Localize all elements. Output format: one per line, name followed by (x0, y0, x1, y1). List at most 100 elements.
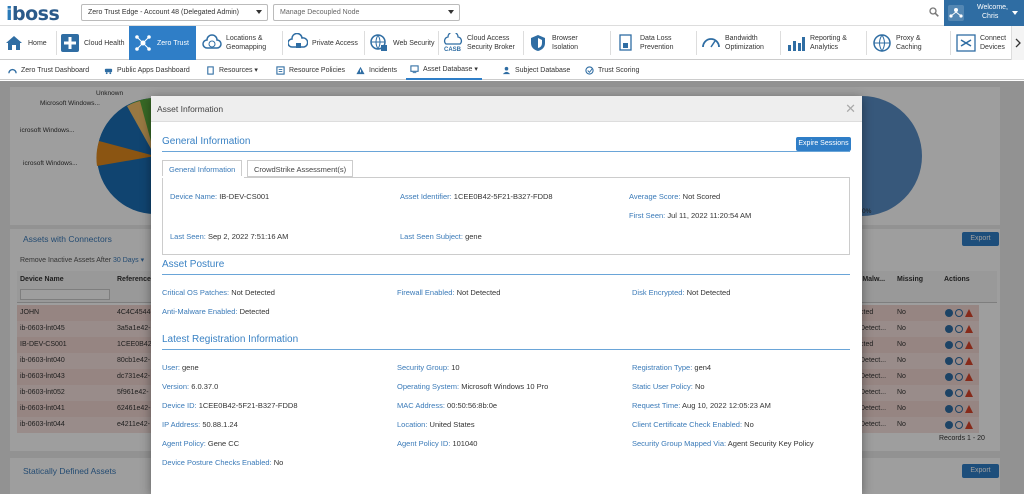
subnav-resource-policies[interactable]: Resource Policies (276, 60, 345, 80)
casb-icon: CASB (443, 33, 463, 53)
field-location: Location: United States (397, 420, 475, 429)
iboss-logo[interactable]: iboss (6, 3, 60, 25)
nav-label: Connect Devices (980, 35, 1007, 51)
field-ip-address: IP Address: 50.88.1.24 (162, 420, 238, 429)
subnav-label: Public Apps Dashboard (117, 66, 190, 74)
bar-chart-icon (788, 37, 805, 51)
network-icon (135, 35, 151, 51)
modal-header: Asset Information ✕ (151, 96, 862, 122)
svg-text:CASB: CASB (444, 47, 462, 53)
field-asset-identifier: Asset Identifier: 1CEE0B42-5F21-B327-FDD… (400, 192, 553, 201)
chevron-down-icon (448, 10, 454, 14)
field-agent-policy-id: Agent Policy ID: 101040 (397, 439, 478, 448)
monitor-icon (410, 64, 419, 73)
subnav-label: Resources ▾ (219, 67, 258, 74)
document-lock-icon (619, 34, 632, 51)
nav-label: Browser Isolation (552, 35, 579, 51)
subnav-asset-database[interactable]: Asset Database ▾ (406, 60, 482, 80)
nav-label: Cloud Health (84, 39, 125, 47)
nav-label: Data Loss Prevention (640, 35, 674, 51)
nav-web-security[interactable]: Web Security (369, 26, 435, 60)
subnav-zero-trust-dashboard[interactable]: Zero Trust Dashboard (8, 60, 89, 80)
field-device-posture-checks: Device Posture Checks Enabled: No (162, 458, 284, 467)
modal-title: Asset Information (157, 104, 224, 114)
field-device-id: Device ID: 1CEE0B42-5F21-B327-FDD8 (162, 401, 298, 410)
chevron-right-icon (1015, 38, 1021, 48)
document-icon (207, 65, 214, 75)
node-select-value: Manage Decoupled Node (280, 9, 360, 16)
asset-information-modal: Asset Information ✕ General Information … (151, 96, 862, 494)
subnav-label: Asset Database ▾ (423, 66, 478, 73)
field-user: User: gene (162, 363, 199, 372)
warning-icon (356, 66, 365, 74)
field-last-seen-subject: Last Seen Subject: gene (400, 232, 482, 241)
field-registration-type: Registration Type: gen4 (632, 363, 712, 372)
nav-dlp[interactable]: Data Loss Prevention (616, 26, 678, 60)
nav-browser-isolation[interactable]: Browser Isolation (528, 26, 588, 60)
field-critical-os-patches: Critical OS Patches: Not Detected (162, 288, 275, 297)
nav-reporting[interactable]: Reporting & Analytics (786, 26, 852, 60)
field-security-group-mapped-via: Security Group Mapped Via: Agent Securit… (632, 439, 814, 448)
nav-scroll-right[interactable] (1011, 26, 1024, 60)
subnav-label: Subject Database (515, 66, 571, 74)
nav-casb[interactable]: CASB Cloud Access Security Broker (443, 26, 523, 60)
field-last-seen: Last Seen: Sep 2, 2022 7:51:16 AM (170, 232, 289, 241)
main-nav: Home Cloud Health Zero Trust Locations &… (0, 26, 1024, 60)
subnav-subject-database[interactable]: Subject Database (502, 60, 570, 80)
field-average-score: Average Score: Not Scored (629, 192, 721, 201)
nav-private-access[interactable]: Private Access (288, 26, 358, 60)
nav-label: Web Security (393, 39, 435, 47)
tab-general-information[interactable]: General Information (162, 160, 243, 177)
nav-connect-devices[interactable]: Connect Devices (956, 26, 1011, 60)
user-name: Chris (982, 13, 999, 20)
close-icon[interactable]: ✕ (845, 101, 856, 117)
user-network-icon (948, 5, 964, 21)
subnav-public-apps-dashboard[interactable]: Public Apps Dashboard (104, 60, 190, 80)
car-icon (104, 68, 113, 74)
nav-bandwidth[interactable]: Bandwidth Optimization (701, 26, 769, 60)
nav-proxy[interactable]: Proxy & Caching (872, 26, 928, 60)
welcome-text: Welcome, (977, 4, 1008, 11)
subnav-trust-scoring[interactable]: Trust Scoring (585, 60, 639, 80)
nav-home[interactable]: Home (4, 26, 47, 60)
expire-sessions-button[interactable]: Expire Sessions (796, 137, 851, 151)
nav-label: Zero Trust (157, 39, 189, 47)
user-menu[interactable]: Welcome, Chris (944, 0, 1024, 26)
section-asset-posture: Asset Posture (162, 259, 850, 275)
field-firewall-enabled: Firewall Enabled: Not Detected (397, 288, 501, 297)
node-select[interactable]: Manage Decoupled Node (273, 4, 460, 21)
subnav-label: Incidents (369, 66, 398, 74)
globe-lock-icon (370, 34, 387, 51)
subnav-incidents[interactable]: Incidents (356, 60, 397, 80)
nav-label: Proxy & Caching (896, 35, 922, 51)
gauge-icon (702, 38, 720, 48)
field-mac-address: MAC Address: 00:50:56:8b:0e (397, 401, 498, 410)
nav-label: Cloud Access Security Broker (467, 35, 515, 51)
nav-label: Home (28, 39, 47, 47)
chevron-down-icon (1012, 11, 1018, 15)
chevron-down-icon (256, 10, 262, 14)
field-version: Version: 6.0.37.0 (162, 382, 219, 391)
nav-cloud-health[interactable]: Cloud Health (60, 26, 124, 60)
subnav-label: Trust Scoring (598, 66, 640, 74)
field-disk-encrypted: Disk Encrypted: Not Detected (632, 288, 731, 297)
cloud-globe-icon (202, 34, 222, 49)
section-general-information: General Information (162, 136, 850, 152)
subnav-label: Zero Trust Dashboard (21, 66, 90, 74)
nav-label: Bandwidth Optimization (725, 35, 764, 51)
nav-zero-trust[interactable]: Zero Trust (129, 26, 196, 60)
devices-icon (956, 34, 976, 52)
field-security-group: Security Group: 10 (397, 363, 460, 372)
dashboard-icon (8, 68, 17, 73)
nav-label: Private Access (312, 39, 358, 47)
field-request-time: Request Time: Aug 10, 2022 12:05:23 AM (632, 401, 771, 410)
field-device-name: Device Name: IB-DEV-CS001 (170, 192, 270, 201)
nav-locations[interactable]: Locations & Geomapping (202, 26, 271, 60)
account-select[interactable]: Zero Trust Edge - Account 48 (Delegated … (81, 4, 268, 21)
search-icon[interactable] (929, 7, 939, 17)
trust-score-icon (585, 65, 594, 75)
subnav-resources[interactable]: Resources ▾ (206, 60, 258, 80)
tab-crowdstrike-assessments[interactable]: CrowdStrike Assessment(s) (247, 160, 354, 177)
shield-icon (531, 35, 545, 51)
field-agent-policy: Agent Policy: Gene CC (162, 439, 240, 448)
